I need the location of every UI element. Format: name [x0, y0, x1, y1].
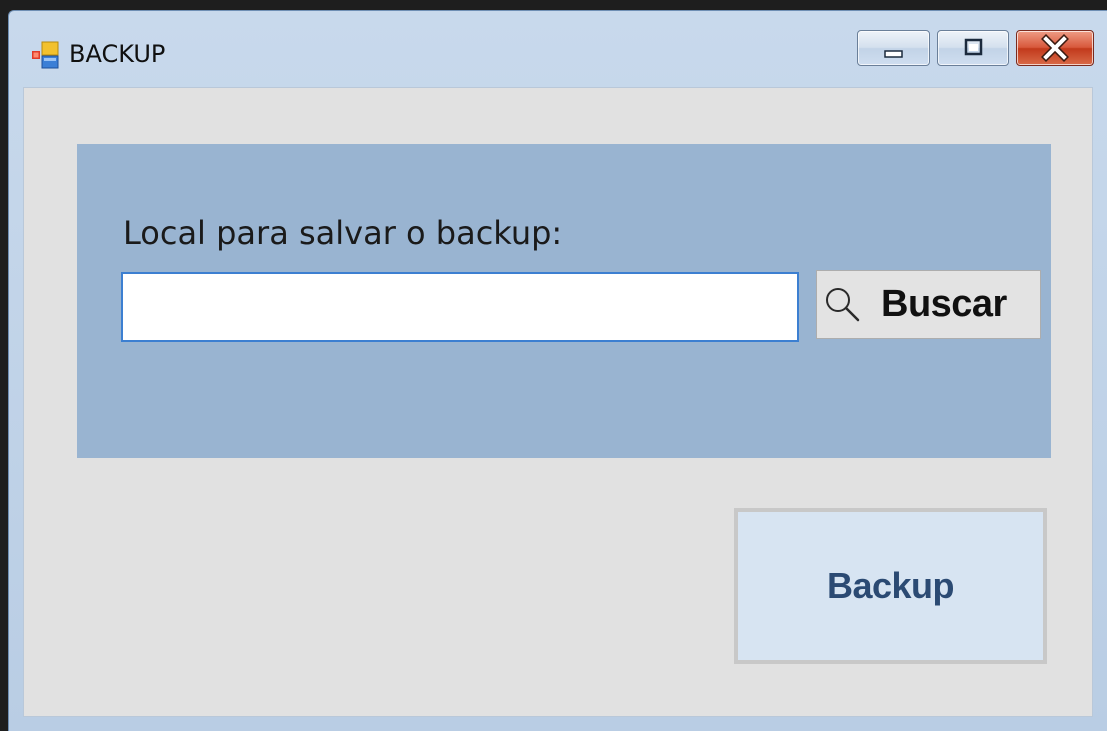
backup-panel: Local para salvar o backup: Buscar	[77, 144, 1051, 458]
minimize-button[interactable]	[857, 30, 930, 66]
buscar-button[interactable]: Buscar	[816, 270, 1041, 339]
client-area: Local para salvar o backup: Buscar Backu…	[23, 87, 1093, 717]
title-bar[interactable]: BACKUP	[9, 11, 1107, 87]
backup-window: BACKUP Local para salvar o backup: Busca…	[8, 10, 1107, 731]
backup-button[interactable]: Backup	[734, 508, 1047, 664]
close-button[interactable]	[1016, 30, 1094, 66]
form-icon	[32, 41, 59, 69]
path-input[interactable]	[121, 272, 799, 342]
minimize-icon	[884, 50, 903, 58]
backup-label: Backup	[826, 565, 955, 606]
search-icon	[826, 287, 860, 321]
buscar-label: Buscar	[881, 283, 1007, 325]
window-title: BACKUP	[69, 40, 166, 68]
close-icon	[1041, 34, 1069, 62]
path-label: Local para salvar o backup:	[123, 214, 563, 252]
maximize-icon	[964, 38, 983, 56]
maximize-button[interactable]	[937, 30, 1009, 66]
